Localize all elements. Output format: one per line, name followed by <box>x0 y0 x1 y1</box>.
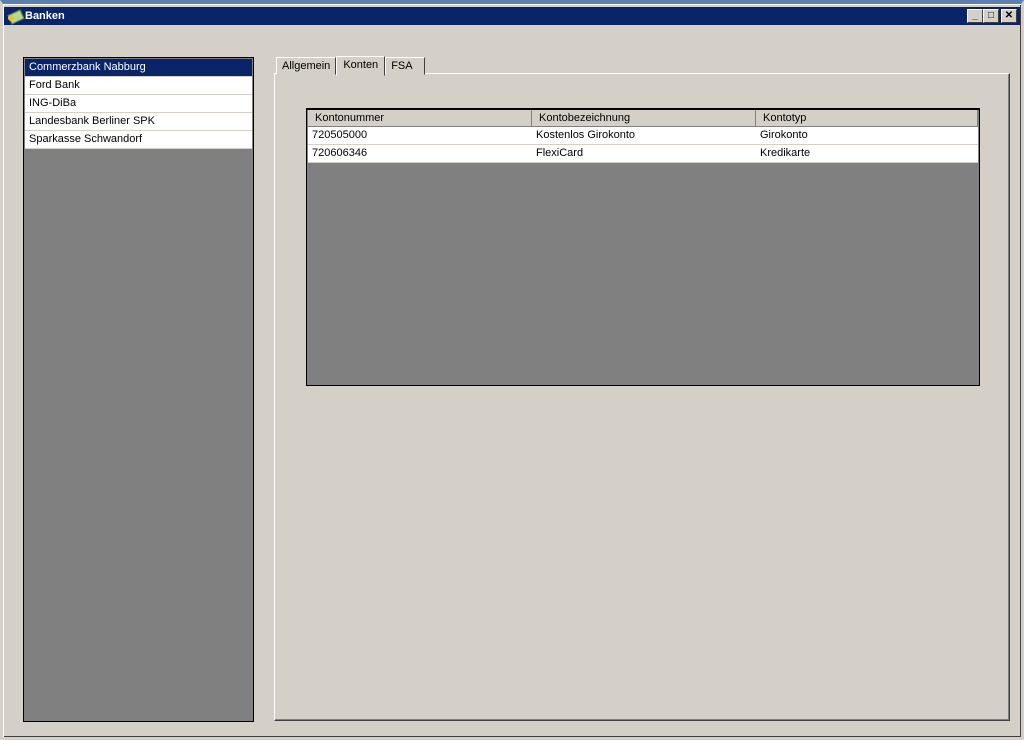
column-header-kontotyp[interactable]: Kontotyp <box>756 110 978 126</box>
money-app-icon <box>7 9 23 23</box>
title-bar[interactable]: Banken _ □ ✕ <box>4 7 1020 25</box>
tab-fsa[interactable]: FSA <box>385 57 426 75</box>
bank-list[interactable]: Commerzbank Nabburg Ford Bank ING-DiBa L… <box>23 57 254 722</box>
cell-kontobezeichnung: Kostenlos Girokonto <box>536 129 636 141</box>
grid-header: Kontonummer Kontobezeichnung Kontotyp <box>308 110 978 127</box>
column-header-kontobezeichnung[interactable]: Kontobezeichnung <box>532 110 756 126</box>
bank-list-item[interactable]: ING-DiBa <box>25 95 252 113</box>
table-row[interactable]: 720606346 FlexiCard Kredikarte <box>308 145 978 163</box>
table-row[interactable]: 720505000 Kostenlos Girokonto Girokonto <box>308 127 978 145</box>
maximize-button[interactable]: □ <box>983 9 999 23</box>
cell-kontotyp: Girokonto <box>760 129 808 141</box>
minimize-button[interactable]: _ <box>967 9 983 23</box>
cell-kontotyp: Kredikarte <box>760 147 811 159</box>
column-header-kontonummer[interactable]: Kontonummer <box>308 110 532 126</box>
window-title: Banken <box>25 10 65 22</box>
bank-list-item[interactable]: Landesbank Berliner SPK <box>25 113 252 131</box>
tab-strip: Allgemein Konten FSA <box>276 56 426 76</box>
bank-list-item[interactable]: Commerzbank Nabburg <box>25 59 252 77</box>
tab-konten[interactable]: Konten <box>336 56 386 76</box>
cell-kontonummer: 720505000 <box>312 129 368 141</box>
tab-allgemein[interactable]: Allgemein <box>276 57 337 75</box>
cell-kontonummer: 720606346 <box>312 147 368 159</box>
accounts-grid[interactable]: Kontonummer Kontobezeichnung Kontotyp 72… <box>306 108 980 386</box>
cell-kontobezeichnung: FlexiCard <box>536 147 584 159</box>
bank-list-item[interactable]: Ford Bank <box>25 77 252 95</box>
bank-list-item[interactable]: Sparkasse Schwandorf <box>25 131 252 149</box>
close-button[interactable]: ✕ <box>1001 9 1017 23</box>
